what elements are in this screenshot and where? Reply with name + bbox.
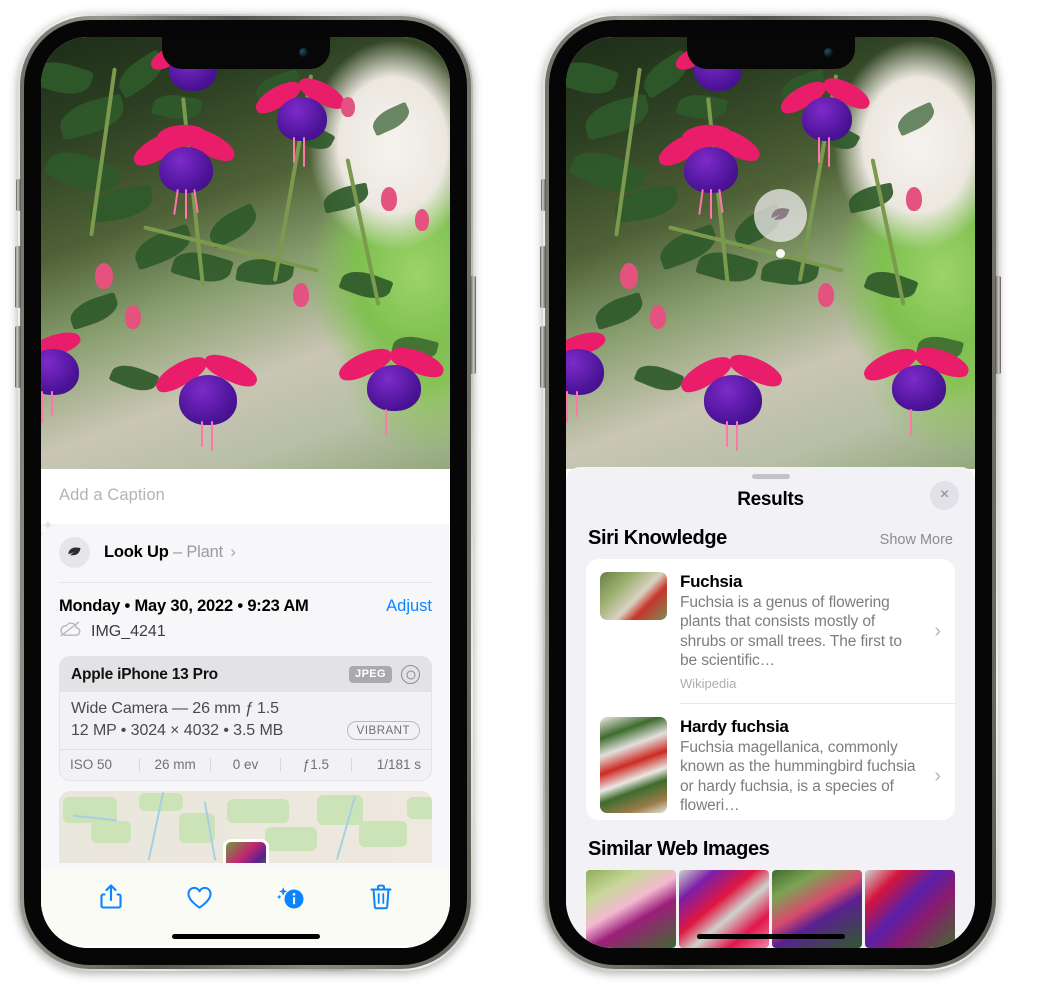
photo-view[interactable]: [41, 37, 450, 469]
flower: [41, 327, 113, 423]
right-phone: Results × Siri Knowledge Show More Fuchs…: [540, 14, 1001, 971]
results-title: Results: [737, 488, 804, 510]
section-title: Siri Knowledge: [588, 526, 727, 549]
left-screen: Add a Caption ✦ ✦ Look Up – Plant ›: [41, 37, 450, 948]
siri-knowledge-header: Siri Knowledge Show More: [566, 525, 975, 559]
knowledge-body: Fuchsia Fuchsia is a genus of flowering …: [680, 572, 921, 691]
device-badges: JPEG: [349, 665, 420, 684]
flower: [566, 327, 638, 423]
hardy-fuchsia-thumbnail: [600, 716, 667, 813]
look-up-title: Look Up: [104, 543, 169, 561]
aperture-icon: [401, 665, 420, 684]
knowledge-source: Wikipedia: [680, 675, 737, 691]
trash-icon[interactable]: [369, 883, 393, 916]
visual-look-up-dot: [776, 249, 785, 258]
datetime-row: Monday • May 30, 2022 • 9:23 AM Adjust: [59, 583, 432, 618]
exif-exposure: 0 ev: [232, 757, 259, 772]
specs-line: 12 MP • 3024 × 4032 • 3.5 MB: [71, 721, 284, 739]
flower: [251, 72, 349, 167]
chevron-right-icon: ›: [230, 543, 236, 561]
show-more-button[interactable]: Show More: [880, 532, 953, 548]
flower: [129, 121, 241, 219]
photo-metadata: Monday • May 30, 2022 • 9:23 AM Adjust I…: [41, 582, 450, 869]
chevron-right-icon: ›: [934, 764, 941, 787]
volume-down-button[interactable]: [540, 326, 546, 388]
flower: [776, 72, 874, 167]
leaf-icon: [59, 537, 90, 568]
volume-down-button[interactable]: [15, 326, 21, 388]
left-phone: Add a Caption ✦ ✦ Look Up – Plant ›: [15, 14, 476, 971]
home-indicator[interactable]: [171, 934, 320, 939]
share-icon[interactable]: [99, 883, 123, 916]
photo-info-sheet: Add a Caption ✦ ✦ Look Up – Plant ›: [41, 469, 450, 948]
home-indicator[interactable]: [696, 934, 845, 939]
siri-knowledge-card: Fuchsia Fuchsia is a genus of flowering …: [586, 558, 955, 820]
device-name: Apple iPhone 13 Pro: [71, 665, 218, 683]
similar-web-images-header: Similar Web Images: [566, 820, 975, 870]
fuchsia-thumbnail: [600, 571, 667, 620]
knowledge-title: Fuchsia: [680, 571, 743, 591]
location-map-card[interactable]: [59, 791, 432, 863]
photo-view[interactable]: [566, 37, 975, 469]
knowledge-item[interactable]: Fuchsia Fuchsia is a genus of flowering …: [586, 559, 955, 703]
power-button[interactable]: [995, 276, 1001, 374]
format-badge: JPEG: [349, 666, 392, 683]
similar-image-1[interactable]: [586, 870, 676, 948]
look-up-label: Look Up – Plant ›: [104, 543, 236, 562]
look-up-subject: Plant: [186, 543, 223, 561]
exif-focal: 26 mm: [154, 757, 196, 772]
look-up-row[interactable]: ✦ ✦ Look Up – Plant ›: [41, 518, 450, 582]
front-camera-icon: [298, 48, 308, 57]
knowledge-body: Hardy fuchsia Fuchsia magellanica, commo…: [680, 717, 921, 820]
caption-input[interactable]: Add a Caption: [41, 469, 450, 524]
cloud-slash-icon: [59, 621, 82, 642]
notch: [686, 37, 855, 69]
info-sparkle-icon[interactable]: [276, 883, 306, 916]
file-row: IMG_4241: [59, 618, 432, 652]
flower: [859, 341, 974, 435]
adjust-button[interactable]: Adjust: [386, 597, 432, 616]
knowledge-title: Hardy fuchsia: [680, 716, 789, 736]
device-header: Apple iPhone 13 Pro JPEG: [60, 657, 431, 692]
knowledge-description: Fuchsia magellanica, commonly known as t…: [680, 738, 916, 815]
flower: [676, 348, 788, 451]
volume-up-button[interactable]: [540, 246, 546, 308]
look-up-dash: –: [172, 543, 182, 561]
device-body: Wide Camera — 26 mm ƒ 1.5 12 MP • 3024 ×…: [60, 692, 431, 749]
screenshot-stage: Add a Caption ✦ ✦ Look Up – Plant ›: [0, 0, 1055, 985]
right-screen: Results × Siri Knowledge Show More Fuchs…: [566, 37, 975, 948]
photo-datetime: Monday • May 30, 2022 • 9:23 AM: [59, 597, 309, 615]
lens-line: Wide Camera — 26 mm ƒ 1.5: [71, 700, 279, 717]
photographic-style-badge: VIBRANT: [346, 721, 420, 740]
exif-iso: ISO 50: [70, 757, 113, 772]
front-camera-icon: [823, 48, 833, 57]
file-name: IMG_4241: [91, 622, 166, 640]
volume-up-button[interactable]: [15, 246, 21, 308]
section-title: Similar Web Images: [588, 838, 770, 860]
sparkle-small-icon: ✦: [41, 530, 45, 539]
flower: [654, 121, 766, 219]
knowledge-description: Fuchsia is a genus of flowering plants t…: [680, 593, 902, 670]
results-header: Results ×: [566, 479, 975, 525]
photo-pin-thumbnail: [222, 839, 269, 863]
mute-switch[interactable]: [541, 179, 546, 211]
visual-look-up-badge[interactable]: [754, 189, 807, 242]
similar-image-4[interactable]: [865, 870, 955, 948]
power-button[interactable]: [470, 276, 476, 374]
favorite-heart-icon[interactable]: [186, 885, 213, 915]
results-sheet: Results × Siri Knowledge Show More Fuchs…: [566, 467, 975, 948]
chevron-right-icon: ›: [934, 619, 941, 642]
notch: [161, 37, 330, 69]
knowledge-item[interactable]: Hardy fuchsia Fuchsia magellanica, commo…: [586, 704, 955, 820]
flower: [334, 341, 449, 435]
exif-row: ISO 50 26 mm 0 ev ƒ1.5 1/181 s: [60, 749, 431, 780]
specs-line-row: 12 MP • 3024 × 4032 • 3.5 MB VIBRANT: [71, 721, 420, 740]
mute-switch[interactable]: [16, 179, 21, 211]
close-icon[interactable]: ×: [930, 480, 959, 510]
device-info-card[interactable]: Apple iPhone 13 Pro JPEG Wide Camera — 2…: [59, 656, 432, 781]
exif-shutter: 1/181 s: [376, 757, 422, 772]
flower: [151, 348, 263, 451]
exif-aperture: ƒ1.5: [302, 757, 330, 772]
